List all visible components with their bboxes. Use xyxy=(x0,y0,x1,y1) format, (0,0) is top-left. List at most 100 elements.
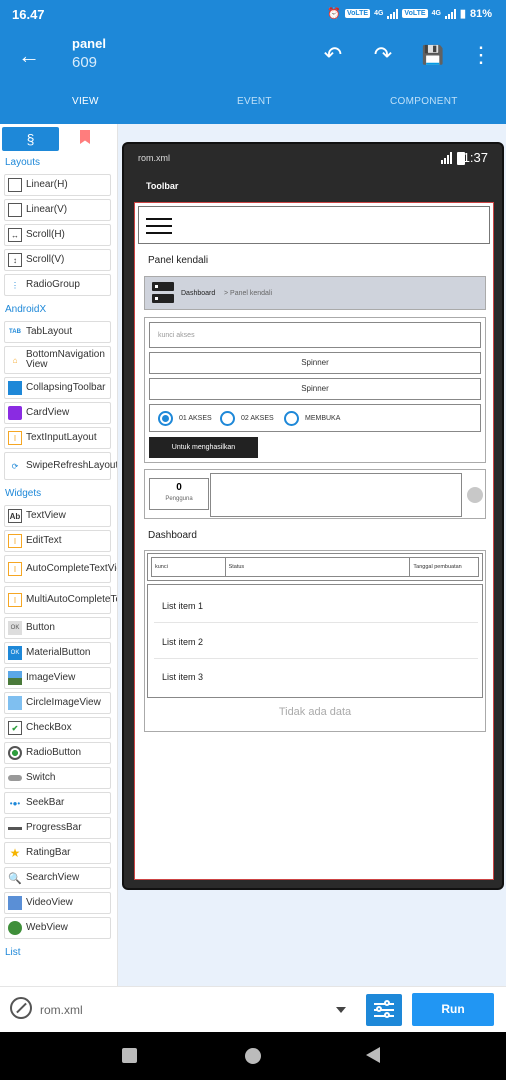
palette-item-label: RadioButton xyxy=(26,747,82,758)
widget-palette: § Layouts Linear(H) Linear(V) ↔ Scroll(H)… xyxy=(0,124,118,986)
section-layouts: Layouts xyxy=(5,157,41,168)
palette-item-label: AutoCompleteTextView xyxy=(26,563,117,574)
tab-view[interactable]: VIEW xyxy=(72,96,99,107)
bookmark-icon[interactable] xyxy=(80,130,90,144)
current-file-name[interactable]: rom.xml xyxy=(40,1003,83,1017)
palette-item-label: Switch xyxy=(26,772,56,783)
list-divider xyxy=(154,658,478,659)
palette-item-textview[interactable]: Ab TextView xyxy=(4,505,111,527)
radio-label: 01 AKSES xyxy=(179,415,212,422)
palette-item-linear-h[interactable]: Linear(H) xyxy=(4,174,111,196)
app-header[interactable] xyxy=(138,206,490,244)
radio-02-akses[interactable]: 02 AKSES xyxy=(220,411,274,426)
column-header-kunci: kunci xyxy=(152,558,226,576)
palette-item-swiperefresh[interactable]: ⟳ SwipeRefreshLayout xyxy=(4,452,117,480)
palette-item-searchview[interactable]: 🔍 SearchView xyxy=(4,867,111,889)
palette-item-button[interactable]: OK Button xyxy=(4,617,111,639)
editor-tabs: VIEW EVENT COMPONENT xyxy=(0,84,506,208)
palette-item-label: Button xyxy=(26,622,55,633)
alarm-icon: ⏰ xyxy=(327,8,341,20)
palette-item-switch[interactable]: Switch xyxy=(4,767,111,789)
generate-button[interactable]: Untuk menghasilkan xyxy=(149,437,258,458)
radio-01-akses[interactable]: 01 AKSES xyxy=(158,411,212,426)
textview-icon: Ab xyxy=(8,509,22,523)
back-nav-icon[interactable] xyxy=(366,1047,380,1063)
list-item[interactable]: List item 3 xyxy=(162,672,203,682)
battery-level: 81% xyxy=(469,7,492,20)
radio-unchecked-icon xyxy=(284,411,299,426)
palette-item-label: CollapsingToolbar xyxy=(26,382,106,393)
list-item[interactable]: List item 1 xyxy=(162,601,203,611)
palette-item-autocomplete[interactable]: I AutoCompleteTextView xyxy=(4,555,117,583)
access-key-input[interactable]: kunci akses xyxy=(149,322,481,348)
palette-item-linear-v[interactable]: Linear(V) xyxy=(4,199,111,221)
palette-item-checkbox[interactable]: ✔ CheckBox xyxy=(4,717,111,739)
home-button-icon[interactable] xyxy=(245,1048,261,1064)
palette-item-seekbar[interactable]: •●• SeekBar xyxy=(4,792,111,814)
more-icon[interactable]: ⋮ xyxy=(468,42,494,68)
spinner-2[interactable]: Spinner xyxy=(149,378,481,400)
palette-item-webview[interactable]: WebView xyxy=(4,917,111,939)
palette-item-videoview[interactable]: VideoView xyxy=(4,892,111,914)
tab-event[interactable]: EVENT xyxy=(237,96,272,107)
palette-item-radiogroup[interactable]: ⋮ RadioGroup xyxy=(4,274,111,296)
battery-icon: ▮ xyxy=(459,8,466,20)
palette-item-label: EditText xyxy=(26,535,62,546)
palette-item-edittext[interactable]: I EditText xyxy=(4,530,111,552)
user-counter: 0 Pengguna xyxy=(149,478,209,510)
palette-item-tablayout[interactable]: TAB TabLayout xyxy=(4,321,111,343)
palette-item-multiautocomplete[interactable]: I MultiAutoCompleteTextView xyxy=(4,586,117,614)
undo-icon[interactable]: ↶ xyxy=(320,42,346,68)
palette-item-bottomnavigation[interactable]: ⌂ BottomNavigation View xyxy=(4,346,111,374)
rotate-icon[interactable] xyxy=(10,997,32,1019)
search-icon: 🔍 xyxy=(8,872,22,885)
palette-item-ratingbar[interactable]: ★ RatingBar xyxy=(4,842,111,864)
access-form: kunci akses Spinner Spinner 01 AKSES 02 … xyxy=(144,317,486,463)
signal-icon-2 xyxy=(444,8,456,19)
column-header-status: Status xyxy=(226,558,411,576)
palette-widgets-tab[interactable]: § xyxy=(2,127,59,151)
radio-membuka[interactable]: MEMBUKA xyxy=(284,411,340,426)
breadcrumb-home[interactable]: Dashboard xyxy=(181,290,215,297)
lte-label: 4G xyxy=(374,10,384,17)
palette-item-label: Scroll(V) xyxy=(26,254,65,265)
palette-item-cardview[interactable]: CardView xyxy=(4,402,111,424)
star-icon: ★ xyxy=(9,846,21,860)
user-stat-card: 0 Pengguna xyxy=(144,469,486,519)
palette-item-scroll-h[interactable]: ↔ Scroll(H) xyxy=(4,224,111,246)
palette-item-progressbar[interactable]: ProgressBar xyxy=(4,817,111,839)
palette-item-label: SeekBar xyxy=(26,797,65,808)
save-icon[interactable]: 💾 xyxy=(420,42,446,68)
recents-icon[interactable] xyxy=(122,1048,137,1063)
hamburger-menu-icon[interactable] xyxy=(146,218,172,234)
button-icon: OK xyxy=(8,621,22,635)
linear-h-icon xyxy=(8,178,22,192)
back-arrow-icon[interactable]: ← xyxy=(18,43,40,69)
palette-item-label: CircleImageView xyxy=(26,697,101,708)
palette-item-textinputlayout[interactable]: I TextInputLayout xyxy=(4,427,111,449)
spinner-1[interactable]: Spinner xyxy=(149,352,481,374)
palette-item-imageview[interactable]: ImageView xyxy=(4,667,111,689)
run-button[interactable]: Run xyxy=(412,993,494,1026)
stat-content-box xyxy=(210,473,462,517)
palette-item-label: TabLayout xyxy=(26,326,73,337)
textinput-icon: I xyxy=(8,431,22,445)
palette-item-label: TextInputLayout xyxy=(26,432,97,443)
palette-item-label: MultiAutoCompleteTextView xyxy=(26,594,117,605)
user-count: 0 xyxy=(176,482,182,493)
properties-button[interactable] xyxy=(366,994,402,1026)
palette-item-circleimageview[interactable]: CircleImageView xyxy=(4,692,111,714)
palette-item-materialbutton[interactable]: OK MaterialButton xyxy=(4,642,111,664)
avatar[interactable] xyxy=(467,487,483,503)
palette-item-collapsingtoolbar[interactable]: CollapsingToolbar xyxy=(4,377,111,399)
chevron-down-icon[interactable] xyxy=(336,1007,346,1013)
list-item[interactable]: List item 2 xyxy=(162,637,203,647)
breadcrumb: Dashboard > Panel kendali xyxy=(144,276,486,310)
checkbox-icon: ✔ xyxy=(8,721,22,735)
palette-item-radiobutton[interactable]: RadioButton xyxy=(4,742,111,764)
palette-item-scroll-v[interactable]: ↕ Scroll(V) xyxy=(4,249,111,271)
preview-toolbar[interactable]: Toolbar xyxy=(124,174,502,202)
redo-icon[interactable]: ↷ xyxy=(370,42,396,68)
materialbutton-icon: OK xyxy=(8,646,22,660)
tab-component[interactable]: COMPONENT xyxy=(390,96,458,107)
